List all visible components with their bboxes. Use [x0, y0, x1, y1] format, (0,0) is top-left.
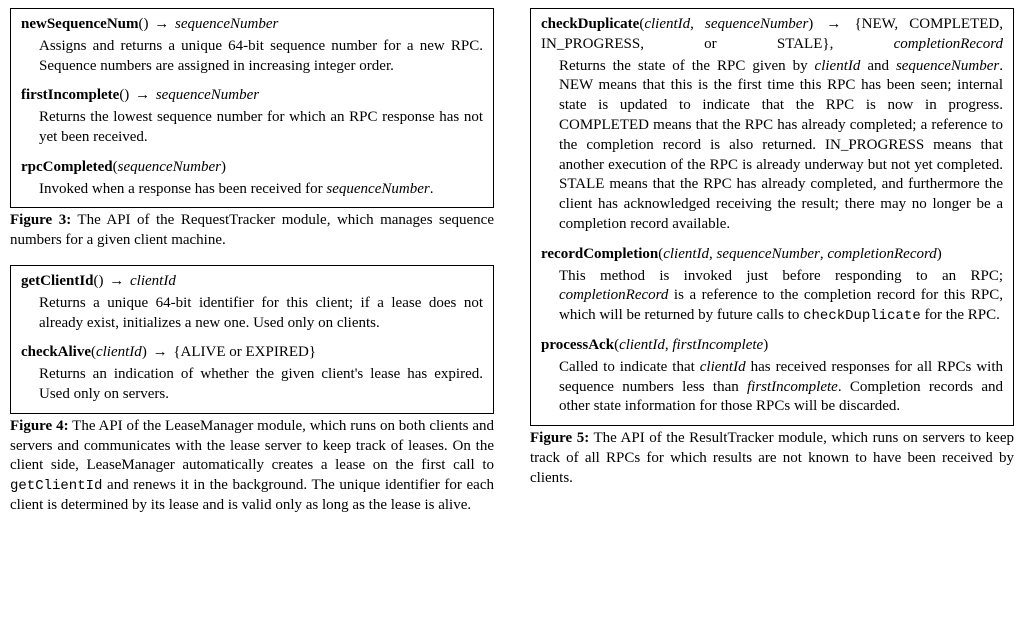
text-italic: firstIncomplete: [747, 379, 838, 395]
paren-close: ): [221, 159, 226, 175]
arrow-icon: →: [107, 273, 126, 289]
text-italic: clientId: [700, 359, 746, 375]
arrow-icon: →: [151, 344, 170, 360]
fn-return: sequenceNumber: [156, 87, 259, 103]
text: Invoked when a response has been receive…: [39, 181, 326, 197]
fn-arg: sequenceNumber: [118, 159, 221, 175]
text-italic: sequen­ceNumber: [896, 58, 999, 74]
api-entry: checkAlive(clientId) → {ALIVE or EXPIRED…: [21, 343, 483, 404]
caption-label: Figure 3:: [10, 212, 71, 228]
api-entry: getClientId() → clientId Returns a uniqu…: [21, 272, 483, 333]
api-entry: recordCompletion(clientId, sequenceNumbe…: [541, 245, 1003, 326]
api-desc: Returns a unique 64-bit identifier for t…: [39, 294, 483, 334]
caption-text: The API of the LeaseManager module, whic…: [10, 418, 494, 474]
figure-5-caption: Figure 5: The API of the ResultTracker m…: [530, 429, 1014, 488]
api-signature: firstIncomplete() → sequenceNumber: [21, 86, 483, 106]
fn-args: (): [94, 273, 104, 289]
fn-name: getClientId: [21, 273, 94, 289]
fn-arg: clientId: [619, 337, 665, 353]
text-italic: completionRecord: [559, 287, 668, 303]
text: and: [860, 58, 896, 74]
fn-name: processAck: [541, 337, 614, 353]
arrow-icon: →: [133, 87, 152, 103]
figure-4-box: getClientId() → clientId Returns a uniqu…: [10, 265, 494, 414]
api-desc: Returns the lowest sequence number for w…: [39, 108, 483, 148]
caption-text: The API of the RequestTracker module, wh…: [10, 212, 494, 248]
right-column: checkDuplicate(clientId, sequenceNumber)…: [530, 8, 1014, 530]
api-entry: processAck(clientId, firstIncomplete) Ca…: [541, 336, 1003, 417]
api-desc: This method is invoked just before respo…: [559, 267, 1003, 326]
fn-arg: clientId: [663, 246, 709, 262]
fn-arg: completion­Record: [827, 246, 936, 262]
fn-args: (): [139, 16, 149, 32]
paren-close: ): [763, 337, 768, 353]
fn-name: checkAlive: [21, 344, 91, 360]
fn-name: checkDuplicate: [541, 16, 639, 32]
api-signature: getClientId() → clientId: [21, 272, 483, 292]
comma: ,: [709, 246, 717, 262]
text: .: [430, 181, 434, 197]
text-code: checkDuplicate: [803, 308, 921, 324]
caption-text: The API of the ResultTracker module, whi…: [530, 430, 1014, 486]
fn-name: rpcCompleted: [21, 159, 113, 175]
left-column: newSequenceNum() → sequenceNumber Assign…: [10, 8, 494, 530]
text: Called to indicate that: [559, 359, 700, 375]
api-signature: newSequenceNum() → sequenceNumber: [21, 15, 483, 35]
api-entry: newSequenceNum() → sequenceNumber Assign…: [21, 15, 483, 76]
api-signature: checkAlive(clientId) → {ALIVE or EXPIRED…: [21, 343, 483, 363]
arrow-icon: →: [824, 16, 843, 32]
caption-label: Figure 4:: [10, 418, 69, 434]
api-desc: Invoked when a response has been receive…: [39, 180, 483, 200]
fn-arg: clientId: [96, 344, 142, 360]
api-desc: Called to indicate that clientId has rec…: [559, 358, 1003, 417]
text: . NEW means that this is the first time …: [559, 58, 1003, 232]
fn-arg: sequenceNumber: [705, 16, 808, 32]
api-signature: recordCompletion(clientId, sequenceNumbe…: [541, 245, 1003, 265]
text: for the RPC.: [921, 307, 1000, 323]
fn-return: sequenceNumber: [175, 16, 278, 32]
fn-arg: firstIncomplete: [672, 337, 763, 353]
fn-arg: sequenceNumber: [717, 246, 820, 262]
comma: ,: [690, 16, 705, 32]
fn-return: {ALIVE or EXPIRED}: [173, 344, 316, 360]
fn-arg: clientId: [644, 16, 690, 32]
api-entry: rpcCompleted(sequenceNumber) Invoked whe…: [21, 158, 483, 200]
caption-label: Figure 5:: [530, 430, 589, 446]
fn-return: clientId: [130, 273, 176, 289]
caption-code: getClientId: [10, 478, 102, 494]
api-entry: checkDuplicate(clientId, sequenceNumber)…: [541, 15, 1003, 235]
figure-3-box: newSequenceNum() → sequenceNumber Assign…: [10, 8, 494, 208]
fn-return-italic: completion­Record: [894, 36, 1003, 52]
fn-name: recordCompletion: [541, 246, 658, 262]
api-signature: processAck(clientId, firstIncomplete): [541, 336, 1003, 356]
paren-close: ): [142, 344, 147, 360]
api-signature: checkDuplicate(clientId, sequenceNumber)…: [541, 15, 1003, 55]
figure-4-caption: Figure 4: The API of the LeaseManager mo…: [10, 417, 494, 516]
text: This method is invoked just before respo…: [559, 268, 1003, 284]
api-desc: Assigns and returns a unique 64-bit sequ…: [39, 37, 483, 77]
arrow-icon: →: [152, 16, 171, 32]
paren-close: ): [937, 246, 942, 262]
figure-3-caption: Figure 3: The API of the RequestTracker …: [10, 211, 494, 251]
fn-name: newSequenceNum: [21, 16, 139, 32]
text-italic: sequen­ceNumber: [326, 181, 429, 197]
figure-5-box: checkDuplicate(clientId, sequenceNumber)…: [530, 8, 1014, 426]
api-desc: Returns the state of the RPC given by cl…: [559, 57, 1003, 235]
api-entry: firstIncomplete() → sequenceNumber Retur…: [21, 86, 483, 147]
api-signature: rpcCompleted(sequenceNumber): [21, 158, 483, 178]
text-italic: clientId: [815, 58, 861, 74]
text: Returns the state of the RPC given by: [559, 58, 815, 74]
api-desc: Returns an indication of whether the giv…: [39, 365, 483, 405]
paren-close: ): [808, 16, 813, 32]
fn-args: (): [119, 87, 129, 103]
fn-name: firstIncomplete: [21, 87, 119, 103]
